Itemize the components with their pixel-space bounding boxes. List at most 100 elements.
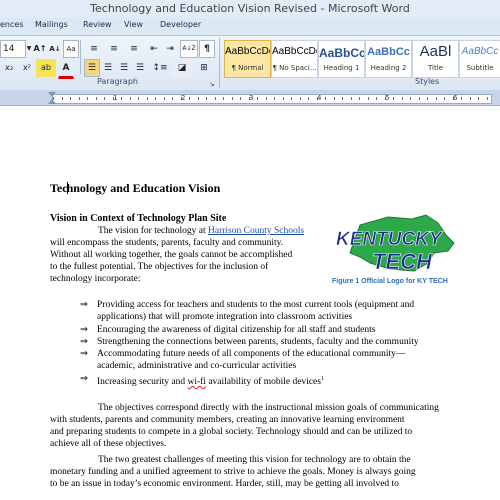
shrink-font-icon[interactable]: A↓ bbox=[47, 40, 63, 58]
ruler-tick bbox=[61, 97, 63, 100]
list-item-text: Encouraging the awareness of digital cit… bbox=[97, 324, 376, 335]
ribbon-tab-bar: ences Mailings Review View Developer bbox=[0, 18, 500, 35]
spelling-flagged-word: wi-fi bbox=[187, 376, 206, 387]
ruler-tick bbox=[427, 97, 428, 100]
document-page[interactable]: Technology and Education Vision Vision i… bbox=[0, 106, 500, 500]
style-title[interactable]: AaBl Title bbox=[412, 40, 459, 78]
ruler-number: 2 bbox=[181, 94, 186, 102]
document-title: Technology and Education Vision bbox=[50, 181, 220, 196]
tab-review[interactable]: Review bbox=[83, 20, 112, 29]
ruler-tick bbox=[138, 97, 139, 100]
intro-line: will encompass the students, parents, fa… bbox=[50, 238, 284, 248]
align-left-icon[interactable]: ☰ bbox=[84, 59, 100, 77]
list-item-text: Strengthening the connections between pa… bbox=[97, 336, 419, 347]
ruler-tick bbox=[291, 97, 292, 100]
ruler-tick bbox=[189, 97, 190, 100]
show-formatting-icon[interactable]: ¶ bbox=[199, 40, 215, 58]
ruler-tick bbox=[146, 97, 148, 100]
ruler-tick bbox=[104, 97, 105, 100]
bullets-icon[interactable]: ≡ bbox=[84, 40, 104, 58]
arrow-bullet-icon: ⇒ bbox=[80, 324, 88, 335]
ruler-tick bbox=[469, 97, 471, 100]
ruler-tick bbox=[163, 97, 165, 100]
shading-icon[interactable]: ◪ bbox=[172, 59, 192, 77]
ruler-tick bbox=[367, 97, 369, 100]
align-center-icon[interactable]: ☰ bbox=[100, 59, 116, 77]
intro-first-line: The vision for technology at Harrison Co… bbox=[98, 225, 304, 237]
ruler-tick bbox=[444, 97, 445, 100]
tab-view[interactable]: View bbox=[124, 20, 143, 29]
ruler-tick bbox=[257, 97, 258, 100]
grow-font-icon[interactable]: A↑ bbox=[32, 40, 48, 58]
ruler-tick bbox=[240, 97, 241, 100]
tab-developer[interactable]: Developer bbox=[160, 20, 201, 29]
line-spacing-icon[interactable]: ↕≡ bbox=[150, 59, 170, 77]
increase-indent-icon[interactable]: ⇥ bbox=[162, 40, 178, 58]
ruler-tick bbox=[282, 97, 284, 100]
highlight-icon[interactable]: ab bbox=[36, 59, 56, 77]
harrison-county-link[interactable]: Harrison County Schools bbox=[208, 226, 304, 236]
list-item-text: applications) that will promote integrat… bbox=[97, 312, 353, 323]
ruler-track: 1 2 3 4 5 6 bbox=[52, 94, 492, 104]
tab-mailings[interactable]: Mailings bbox=[35, 20, 68, 29]
style-no-spacing[interactable]: AaBbCcDc ¶ No Spaci... bbox=[271, 40, 318, 78]
objectives-paragraph-line: The objectives correspond directly with … bbox=[98, 403, 439, 413]
hanging-indent-marker[interactable] bbox=[48, 99, 56, 104]
kentucky-tech-logo[interactable]: KENTUCKY TECH bbox=[330, 213, 460, 275]
arrow-bullet-icon: ⇒ bbox=[80, 349, 88, 360]
objectives-list: ⇒ Providing access for teachers and stud… bbox=[80, 299, 419, 388]
font-color-icon[interactable]: A bbox=[58, 59, 74, 79]
multilevel-list-icon[interactable]: ≡ bbox=[124, 40, 144, 58]
style-heading-1[interactable]: AaBbCc Heading 1 bbox=[318, 40, 365, 78]
clear-formatting-icon[interactable]: Aa bbox=[63, 40, 79, 58]
objectives-paragraph-line: with students, parents and community mem… bbox=[50, 415, 405, 425]
first-line-indent-marker[interactable] bbox=[48, 92, 56, 97]
ruler-tick bbox=[70, 97, 71, 100]
horizontal-ruler[interactable]: 1 2 3 4 5 6 bbox=[0, 90, 500, 106]
style-sample: AaBbCc bbox=[367, 46, 410, 58]
footnote-reference[interactable]: 1 bbox=[321, 376, 324, 382]
ruler-tick bbox=[78, 97, 80, 100]
ruler-tick bbox=[129, 97, 131, 100]
ruler-tick bbox=[248, 97, 250, 100]
ruler-tick bbox=[197, 97, 199, 100]
decrease-indent-icon[interactable]: ⇤ bbox=[146, 40, 162, 58]
styles-group-label: Styles bbox=[415, 77, 440, 86]
list-item-text: Accommodating future needs of all compon… bbox=[97, 349, 406, 360]
ruler-tick bbox=[350, 97, 352, 100]
sort-icon[interactable]: A↓Z bbox=[180, 40, 198, 58]
style-name: Subtitle bbox=[466, 64, 494, 72]
figure-caption: Figure 1 Official Logo for KY TECH bbox=[332, 278, 448, 285]
ruler-tick bbox=[155, 97, 156, 100]
ruler-tick bbox=[112, 97, 114, 100]
list-item-text-part: availability of mobile devices bbox=[205, 376, 321, 387]
ruler-tick bbox=[376, 97, 377, 100]
ruler-tick bbox=[418, 97, 420, 100]
style-normal[interactable]: AaBbCcDc ¶ Normal bbox=[224, 40, 271, 78]
ribbon-separator bbox=[80, 40, 81, 74]
objectives-paragraph-line: achieve all of these objectives. bbox=[50, 439, 167, 449]
list-item-text: academic, administrative and co-curricul… bbox=[97, 361, 297, 372]
ruler-number: 4 bbox=[317, 94, 322, 102]
logo-text-tech: TECH bbox=[372, 249, 433, 274]
ruler-tick bbox=[478, 97, 479, 100]
borders-icon[interactable]: ⊞ bbox=[194, 59, 214, 77]
intro-line: to the fullest potential. The objectives… bbox=[50, 262, 269, 272]
logo-text-kentucky: KENTUCKY bbox=[336, 229, 444, 250]
subscript-icon[interactable]: x₂ bbox=[0, 59, 18, 77]
numbering-icon[interactable]: ≡ bbox=[104, 40, 124, 58]
style-subtitle[interactable]: AaBbCc Subtitle bbox=[459, 40, 500, 78]
style-name: Heading 1 bbox=[323, 64, 360, 72]
ruler-tick bbox=[214, 97, 216, 100]
ruler-tick bbox=[401, 97, 403, 100]
superscript-icon[interactable]: x² bbox=[18, 59, 36, 77]
align-right-icon[interactable]: ☰ bbox=[116, 59, 132, 77]
tab-references[interactable]: ences bbox=[0, 20, 23, 29]
style-heading-2[interactable]: AaBbCc Heading 2 bbox=[365, 40, 412, 78]
ruler-tick bbox=[435, 97, 437, 100]
title-text-rest: hnology and Education Vision bbox=[66, 181, 221, 195]
font-size-combo[interactable]: 14 bbox=[0, 40, 26, 58]
style-sample: AaBbCc bbox=[319, 46, 364, 60]
ruler-tick bbox=[274, 97, 275, 100]
justify-icon[interactable]: ☰ bbox=[132, 59, 148, 77]
